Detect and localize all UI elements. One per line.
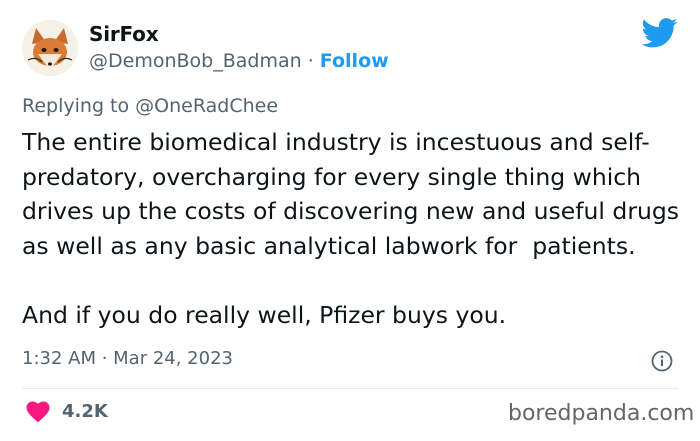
avatar[interactable]	[22, 20, 78, 76]
twitter-bird-icon[interactable]	[642, 18, 678, 48]
handle-row: @DemonBob_Badman · Follow	[89, 50, 389, 72]
user-handle[interactable]: @DemonBob_Badman	[89, 50, 302, 72]
tweet-text: The entire biomedical industry is incest…	[22, 128, 680, 329]
like-count: 4.2K	[62, 401, 108, 422]
replying-to: Replying to @OneRadChee	[22, 95, 278, 117]
heart-icon[interactable]	[26, 401, 50, 423]
tweet-timestamp[interactable]: 1:32 AM · Mar 24, 2023	[22, 348, 233, 369]
separator-dot: ·	[301, 50, 320, 72]
display-name[interactable]: SirFox	[89, 22, 159, 46]
replying-to-mention[interactable]: @OneRadChee	[135, 95, 278, 117]
replying-prefix: Replying to	[22, 95, 136, 117]
divider	[22, 388, 678, 389]
fox-avatar-image	[22, 20, 78, 76]
info-icon[interactable]	[651, 350, 673, 372]
follow-button[interactable]: Follow	[320, 50, 389, 72]
watermark: boredpanda.com	[508, 401, 695, 426]
